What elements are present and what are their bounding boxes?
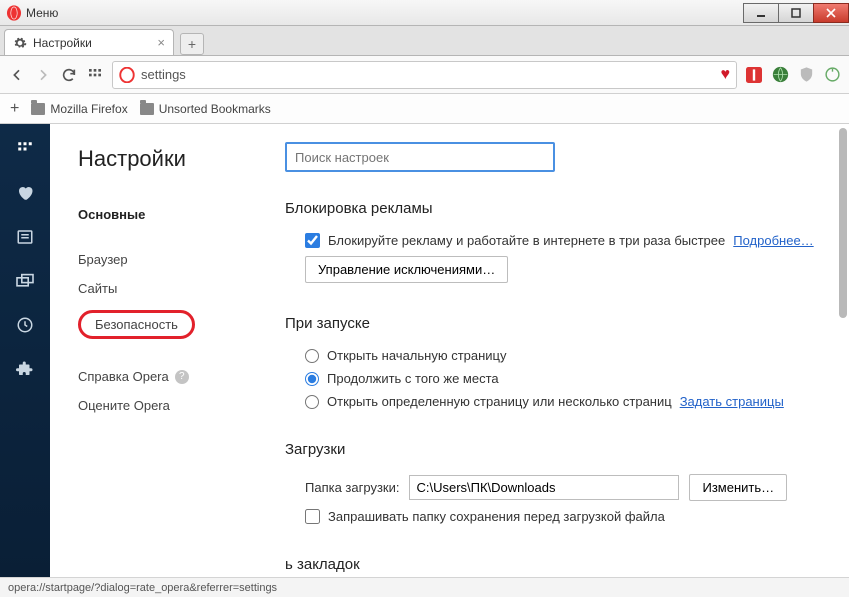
sidebar-item-browser[interactable]: Браузер bbox=[78, 245, 257, 274]
reload-button[interactable] bbox=[60, 66, 78, 84]
url-input[interactable] bbox=[141, 67, 715, 82]
vpn-ext-icon[interactable] bbox=[771, 66, 789, 84]
window-titlebar: Меню bbox=[0, 0, 849, 26]
section-bookmarks-heading: ь закладок bbox=[285, 556, 825, 573]
forward-button[interactable] bbox=[34, 66, 52, 84]
sidebar-item-main[interactable]: Основные bbox=[78, 200, 257, 229]
sidebar-item-help[interactable]: Справка Opera? bbox=[78, 362, 257, 391]
folder-icon bbox=[140, 103, 154, 115]
section-startup-heading: При запуске bbox=[285, 315, 825, 332]
settings-content: Блокировка рекламы Блокируйте рекламу и … bbox=[275, 124, 849, 577]
rail-history-icon[interactable] bbox=[14, 314, 36, 336]
download-folder-label: Папка загрузки: bbox=[305, 480, 399, 495]
download-ask-label: Запрашивать папку сохранения перед загру… bbox=[328, 509, 665, 524]
adblock-exceptions-button[interactable]: Управление исключениями… bbox=[305, 256, 508, 283]
speed-dial-button[interactable] bbox=[86, 66, 104, 84]
help-icon: ? bbox=[175, 370, 189, 384]
startup-radio-specific[interactable] bbox=[305, 395, 319, 409]
rail-speed-dial-icon[interactable] bbox=[14, 138, 36, 160]
download-change-button[interactable]: Изменить… bbox=[689, 474, 787, 501]
menu-label[interactable]: Меню bbox=[26, 6, 58, 20]
back-button[interactable] bbox=[8, 66, 26, 84]
startup-radio-continue[interactable] bbox=[305, 372, 319, 386]
heart-icon[interactable]: ♥ bbox=[721, 66, 731, 84]
rail-extensions-icon[interactable] bbox=[14, 358, 36, 380]
tab-strip: Настройки × + bbox=[0, 26, 849, 56]
add-bookmark-button[interactable]: + bbox=[10, 100, 19, 118]
bookmark-folder[interactable]: Mozilla Firefox bbox=[31, 102, 127, 116]
startup-set-pages-link[interactable]: Задать страницы bbox=[680, 394, 784, 409]
download-folder-input[interactable] bbox=[409, 475, 679, 500]
tab-label: Настройки bbox=[33, 36, 92, 50]
section-downloads-heading: Загрузки bbox=[285, 441, 825, 458]
opera-o-icon bbox=[119, 67, 135, 83]
status-text: opera://startpage/?dialog=rate_opera&ref… bbox=[8, 582, 277, 594]
adblock-enable-row: Блокируйте рекламу и работайте в интерне… bbox=[285, 229, 825, 252]
highlight-annotation: Безопасность bbox=[78, 310, 195, 339]
settings-search-input[interactable] bbox=[285, 142, 555, 172]
gear-icon bbox=[13, 36, 27, 50]
rail-bookmarks-icon[interactable] bbox=[14, 182, 36, 204]
tab-close-icon[interactable]: × bbox=[157, 36, 165, 49]
navigation-toolbar: ♥ bbox=[0, 56, 849, 94]
close-button[interactable] bbox=[813, 3, 849, 23]
tab-settings[interactable]: Настройки × bbox=[4, 29, 174, 55]
opera-logo-icon bbox=[6, 5, 22, 21]
download-ask-checkbox[interactable] bbox=[305, 509, 320, 524]
sidebar-item-sites[interactable]: Сайты bbox=[78, 274, 257, 303]
shield-ext-icon[interactable] bbox=[797, 66, 815, 84]
sidebar-item-rate[interactable]: Оцените Opera bbox=[78, 391, 257, 420]
opera-turbo-icon[interactable] bbox=[823, 66, 841, 84]
rail-news-icon[interactable] bbox=[14, 226, 36, 248]
adblock-checkbox-label: Блокируйте рекламу и работайте в интерне… bbox=[328, 233, 725, 248]
bookmarks-bar: + Mozilla Firefox Unsorted Bookmarks bbox=[0, 94, 849, 124]
maximize-button[interactable] bbox=[778, 3, 814, 23]
address-bar[interactable]: ♥ bbox=[112, 61, 737, 89]
adblock-ext-icon[interactable] bbox=[745, 66, 763, 84]
minimize-button[interactable] bbox=[743, 3, 779, 23]
bookmark-folder[interactable]: Unsorted Bookmarks bbox=[140, 102, 271, 116]
adblock-checkbox[interactable] bbox=[305, 233, 320, 248]
rail-tabs-icon[interactable] bbox=[14, 270, 36, 292]
settings-sidebar: Настройки Основные Браузер Сайты Безопас… bbox=[50, 124, 275, 577]
content-scrollbar[interactable] bbox=[839, 128, 847, 573]
new-tab-button[interactable]: + bbox=[180, 33, 204, 55]
folder-icon bbox=[31, 103, 45, 115]
settings-title: Настройки bbox=[78, 146, 257, 172]
side-rail bbox=[0, 124, 50, 577]
sidebar-item-security[interactable]: Безопасность bbox=[78, 303, 257, 346]
startup-radio-start-page[interactable] bbox=[305, 349, 319, 363]
adblock-more-link[interactable]: Подробнее… bbox=[733, 233, 813, 248]
status-bar: opera://startpage/?dialog=rate_opera&ref… bbox=[0, 577, 849, 597]
window-controls bbox=[744, 3, 849, 23]
section-adblock-heading: Блокировка рекламы bbox=[285, 200, 825, 217]
